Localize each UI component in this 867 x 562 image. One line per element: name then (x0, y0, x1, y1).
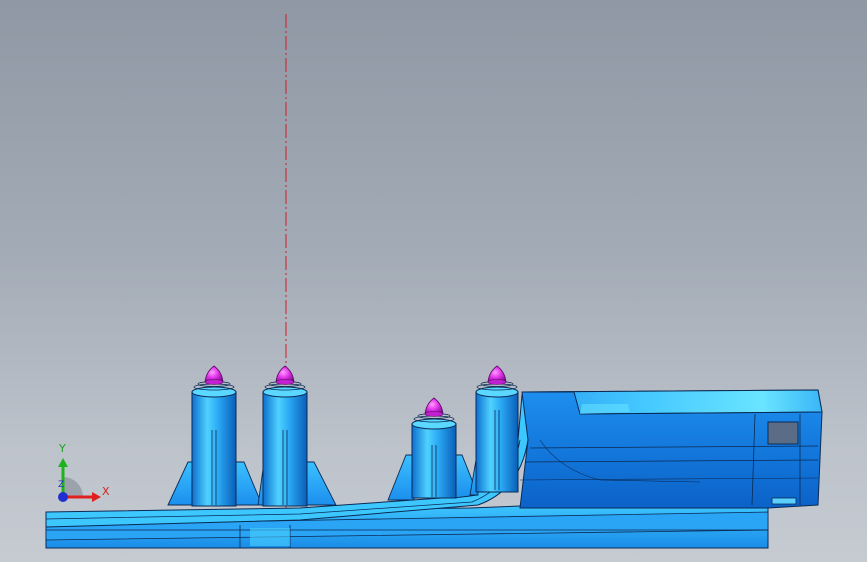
graphics-viewport[interactable]: Y X Z (0, 0, 867, 562)
triad-x-label: X (102, 485, 110, 498)
boss-1 (191, 386, 237, 507)
triad-y-label: Y (59, 442, 66, 455)
pin-3 (413, 397, 455, 423)
orientation-triad-icon (58, 458, 101, 502)
cad-model-view[interactable] (0, 0, 867, 562)
pin-2 (264, 365, 306, 391)
boss-2 (262, 386, 308, 507)
triad-z-axis (58, 492, 68, 502)
housing-slot (771, 497, 797, 505)
right-housing (519, 389, 823, 509)
pin-4 (476, 365, 518, 391)
boss-4 (475, 386, 519, 493)
housing-window (767, 421, 799, 445)
boss-3 (411, 418, 457, 499)
pin-1 (193, 365, 235, 391)
triad-z-label: Z (58, 480, 65, 490)
